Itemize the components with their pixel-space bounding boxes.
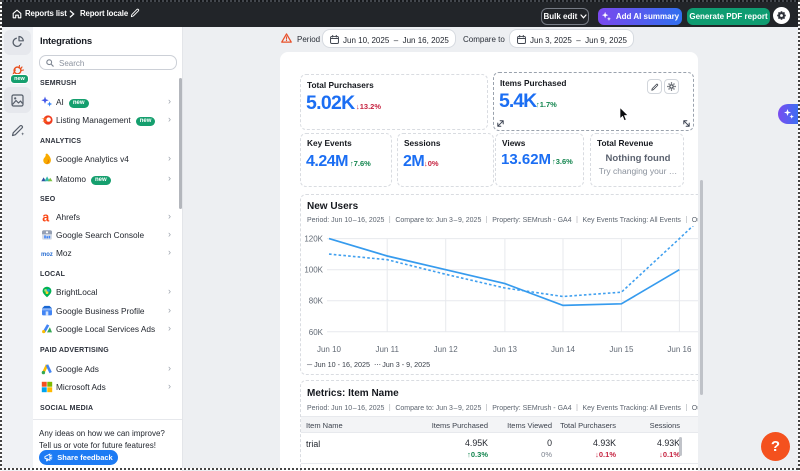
svg-text:120K: 120K: [304, 235, 323, 244]
svg-text:80K: 80K: [309, 297, 324, 306]
svg-text:100K: 100K: [304, 266, 323, 275]
svg-text:Jun 14: Jun 14: [551, 345, 576, 353]
svg-text:moz: moz: [41, 251, 53, 258]
svg-text:Jun 15: Jun 15: [609, 345, 634, 353]
svg-text:Jun 11: Jun 11: [375, 345, 399, 353]
svg-text:Jun 13: Jun 13: [493, 345, 518, 353]
svg-text:a: a: [42, 211, 50, 223]
svg-text:60K: 60K: [309, 328, 324, 337]
svg-text:Jun 16: Jun 16: [667, 345, 692, 353]
svg-text:Jun 12: Jun 12: [434, 345, 459, 353]
svg-text:Jun 10: Jun 10: [317, 345, 342, 353]
